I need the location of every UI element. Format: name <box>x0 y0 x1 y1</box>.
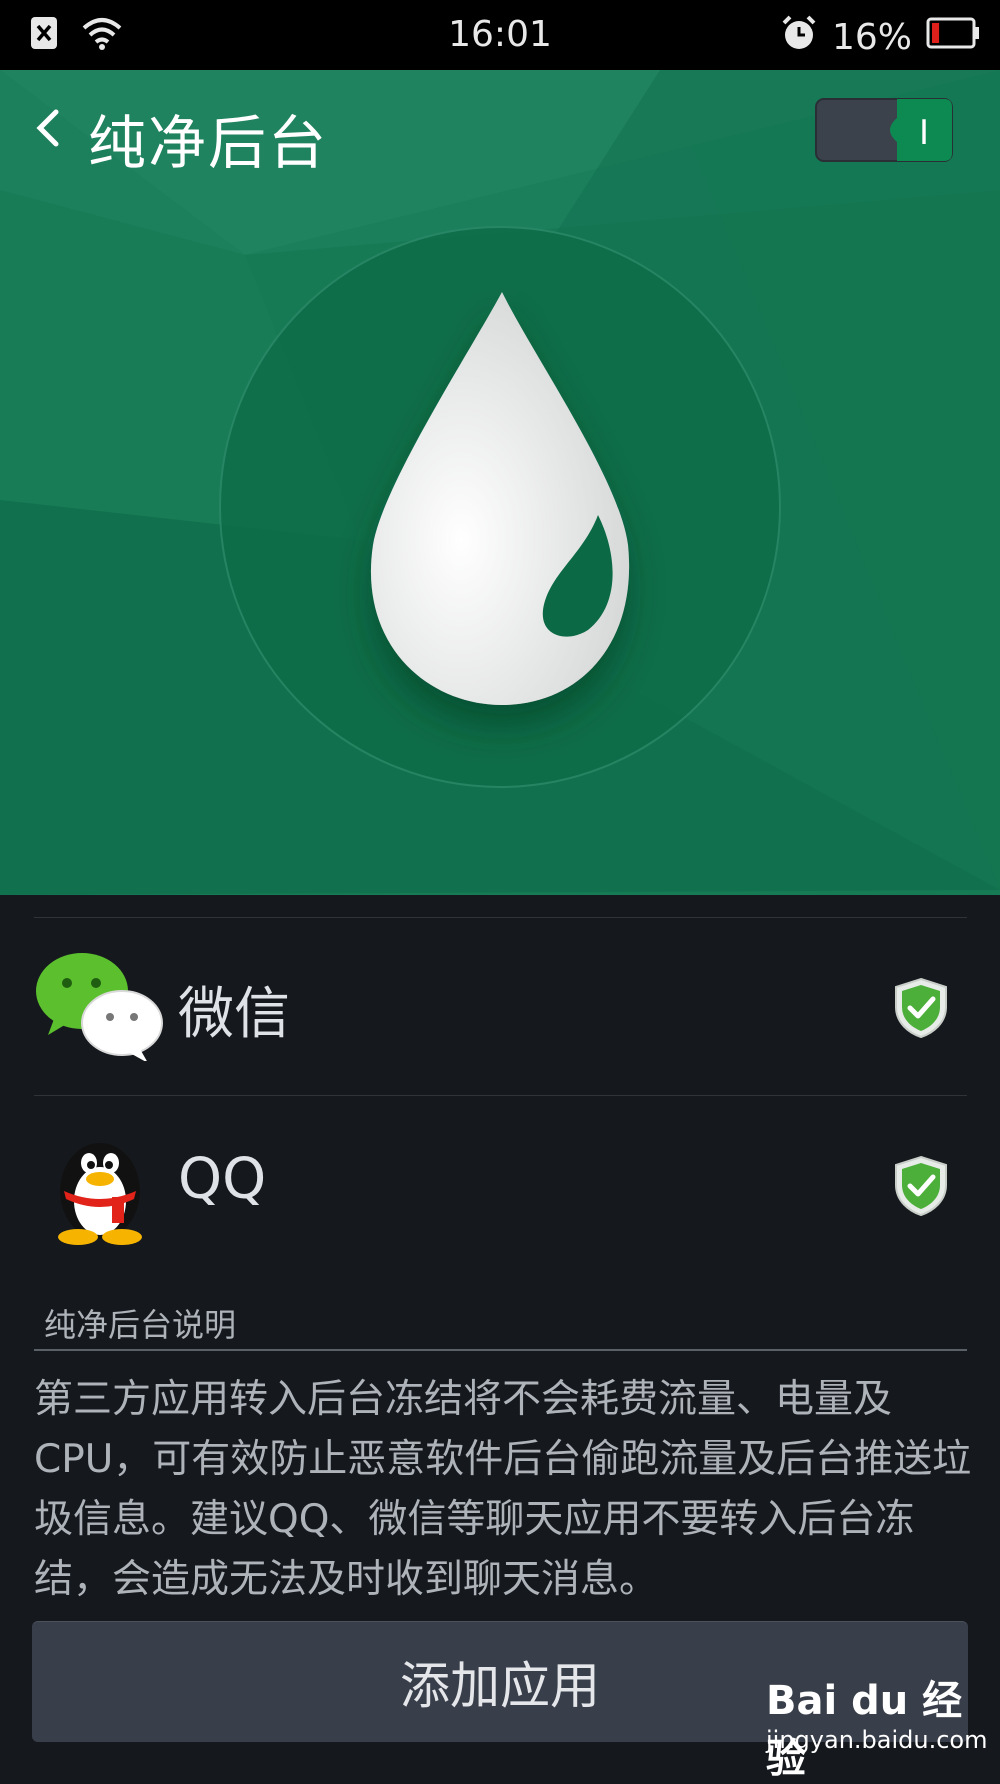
back-arrow-icon[interactable] <box>26 98 70 158</box>
baidu-watermark: Bai du 经验 jingyan.baidu.com <box>766 1668 988 1782</box>
battery-percent: 16% <box>831 17 912 58</box>
list-item-wechat[interactable]: 微信 <box>0 917 1000 1095</box>
water-drop-logo <box>218 225 782 789</box>
alarm-icon <box>780 14 818 61</box>
description-text: 第三方应用转入后台冻结将不会耗费流量、电量及CPU，可有效防止恶意软件后台偷跑流… <box>34 1377 972 1602</box>
add-app-button-label: 添加应用 <box>400 1657 600 1715</box>
app-name: QQ <box>178 1147 267 1212</box>
page-title: 纯净后台 <box>88 109 329 177</box>
pure-background-toggle[interactable]: I <box>815 98 953 162</box>
list-item-qq[interactable]: QQ <box>0 1095 1000 1273</box>
app-name: 微信 <box>178 982 290 1047</box>
top-bar: 纯净后台 I <box>0 70 1000 190</box>
watermark-url: jingyan.baidu.com <box>766 1726 988 1754</box>
status-bar: 16:01 16% <box>0 0 1000 70</box>
battery-icon <box>926 17 980 58</box>
shield-check-icon[interactable] <box>893 977 949 1039</box>
qq-penguin-icon <box>34 1129 164 1245</box>
section-title: 纯净后台说明 <box>44 1306 237 1344</box>
shield-check-icon[interactable] <box>893 1155 949 1217</box>
wechat-icon <box>34 951 164 1063</box>
svg-text:I: I <box>919 113 929 153</box>
section-divider <box>34 1349 967 1351</box>
